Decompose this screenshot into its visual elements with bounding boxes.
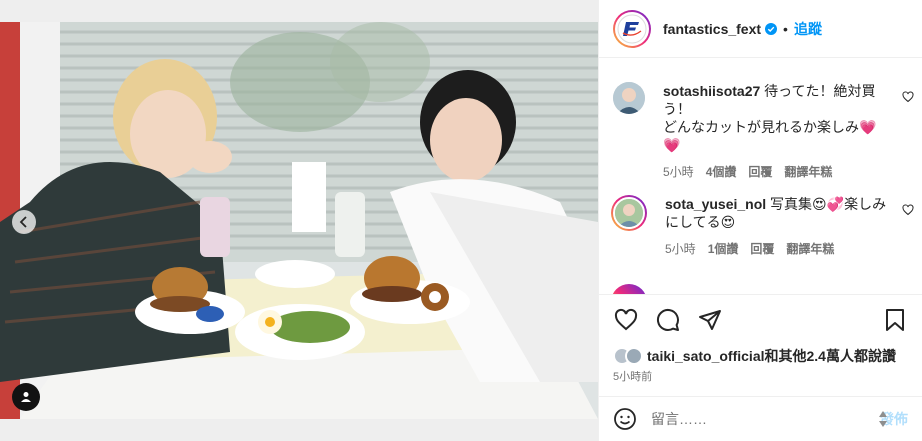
- post-photo[interactable]: [0, 22, 598, 419]
- verified-badge-icon: [765, 22, 778, 35]
- comment-translate-button[interactable]: 翻譯年糕: [786, 240, 834, 258]
- follow-button[interactable]: 追蹤: [794, 19, 822, 39]
- bookmark-icon: [886, 308, 904, 331]
- comment-username[interactable]: sotashiisota27: [663, 83, 760, 99]
- comment-item: sota_yusei_nol 写真集😍💞楽しみにしてる😍 5小時 1個讚 回覆 …: [611, 195, 914, 258]
- previous-photo-button[interactable]: [12, 210, 36, 234]
- comment-like-heart-icon[interactable]: [902, 91, 914, 103]
- liker-avatars: [613, 347, 643, 365]
- liker-username[interactable]: taiki_sato_official: [647, 348, 765, 364]
- user-tag-icon: [21, 392, 31, 402]
- add-comment-bar: 發佈: [599, 396, 922, 441]
- photo-pane: [0, 0, 598, 441]
- like-button[interactable]: [613, 307, 639, 333]
- scroll-arrows[interactable]: [878, 411, 888, 427]
- next-commenter-avatar[interactable]: [611, 284, 647, 294]
- comment-username[interactable]: sota_yusei_nol: [665, 196, 766, 212]
- comment-translate-button[interactable]: 翻譯年糕: [784, 163, 832, 181]
- scroll-up-icon[interactable]: [879, 411, 887, 417]
- comment-reply-button[interactable]: 回覆: [750, 240, 774, 258]
- author-username[interactable]: fantastics_fext: [663, 21, 761, 37]
- paper-plane-icon: [699, 309, 721, 330]
- comment-reply-button[interactable]: 回覆: [748, 163, 772, 181]
- comments-list: sotashiisota27 待ってた！絶対買う！ どんなカットが見れるか楽しみ…: [599, 58, 922, 294]
- post-timestamp[interactable]: 5小時前: [599, 368, 922, 386]
- likes-summary: taiki_sato_official 和其他2.4萬人都說讚: [599, 344, 922, 368]
- tagged-users-button[interactable]: [12, 383, 40, 411]
- commenter-avatar[interactable]: [613, 82, 645, 114]
- post-photo-image: [0, 22, 598, 419]
- instagram-post-modal: fantastics_fext • 追蹤 sotashiisota27 待ってた…: [0, 0, 922, 441]
- commenter-avatar[interactable]: [611, 195, 647, 231]
- comment-time[interactable]: 5小時: [665, 240, 696, 258]
- comment-icon: [656, 308, 679, 331]
- save-button[interactable]: [882, 307, 908, 333]
- comment-time[interactable]: 5小時: [663, 163, 694, 181]
- comment-like-heart-icon[interactable]: [902, 204, 914, 216]
- comment-input[interactable]: [651, 411, 880, 427]
- comment-likes[interactable]: 1個讚: [708, 240, 739, 258]
- likes-count[interactable]: 和其他2.4萬人都說讚: [765, 346, 896, 366]
- smiley-icon[interactable]: [613, 407, 637, 431]
- comment-item: sotashiisota27 待ってた！絶対買う！ どんなカットが見れるか楽しみ…: [613, 82, 914, 181]
- separator-dot: •: [783, 20, 788, 37]
- heart-icon: [614, 308, 638, 330]
- fantastics-logo: [617, 14, 647, 43]
- author-avatar[interactable]: [613, 9, 651, 48]
- comment-likes[interactable]: 4個讚: [706, 163, 737, 181]
- chevron-left-icon: [19, 216, 27, 228]
- post-side-panel: fantastics_fext • 追蹤 sotashiisota27 待ってた…: [598, 0, 922, 441]
- post-actions-bar: [599, 294, 922, 344]
- post-header: fantastics_fext • 追蹤: [599, 0, 922, 58]
- comment-button[interactable]: [655, 307, 681, 333]
- share-button[interactable]: [697, 307, 723, 333]
- scroll-down-icon[interactable]: [879, 421, 887, 427]
